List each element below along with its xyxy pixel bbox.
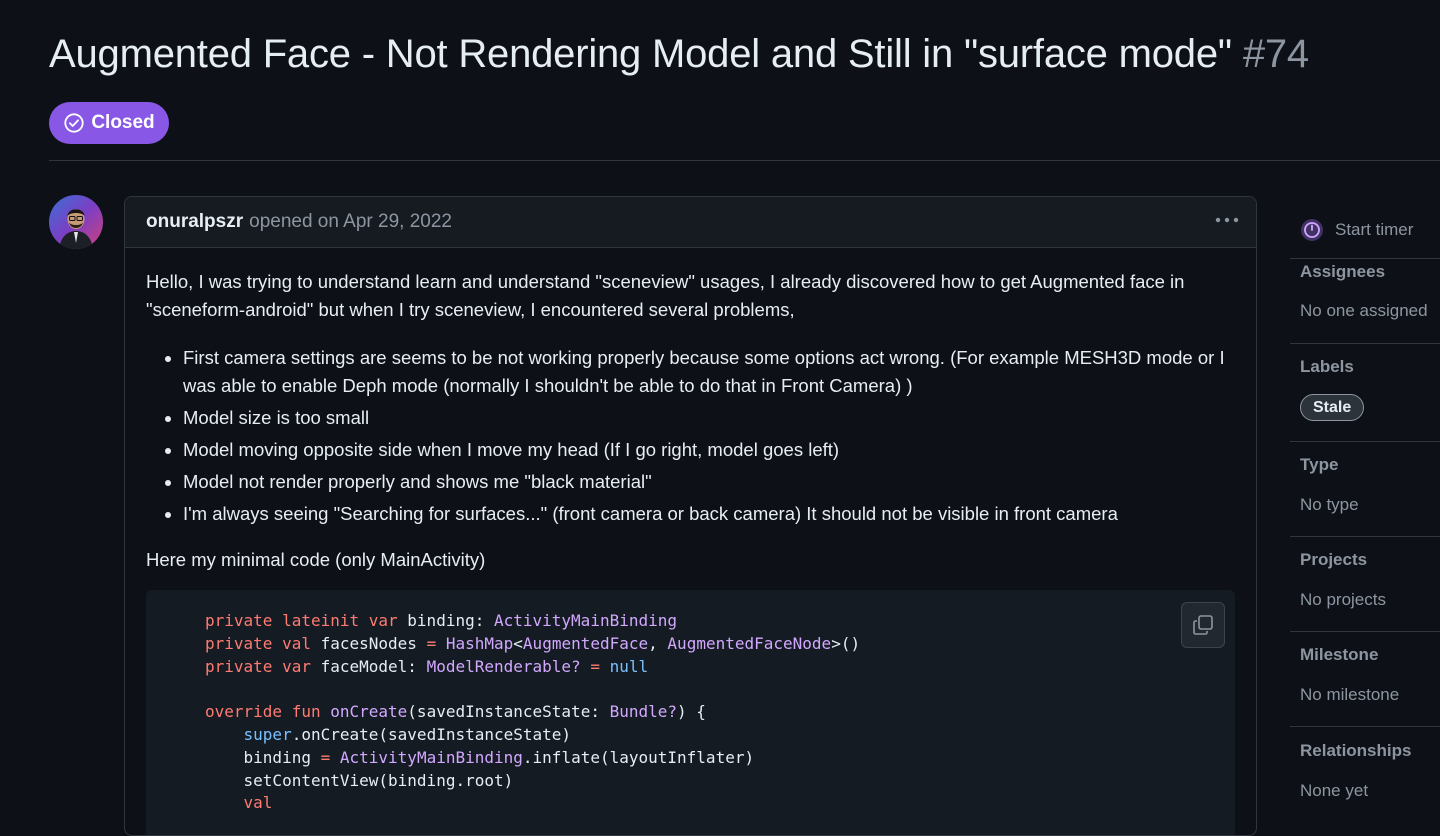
timer-icon [1301, 219, 1323, 241]
sidebar-type: Type No type [1300, 455, 1440, 514]
list-item: Model not render properly and shows me "… [183, 468, 1235, 496]
problem-list: First camera settings are seems to be no… [146, 344, 1235, 528]
sidebar-divider [1290, 258, 1440, 259]
issue-title: Augmented Face - Not Rendering Model and… [49, 32, 1309, 77]
sidebar-labels: Labels [1300, 357, 1440, 377]
milestone-heading[interactable]: Milestone [1300, 645, 1440, 665]
sidebar-divider [1290, 343, 1440, 344]
code-intro: Here my minimal code (only MainActivity) [146, 549, 486, 570]
list-item: Model moving opposite side when I move m… [183, 436, 1235, 464]
relationships-value: None yet [1300, 781, 1369, 800]
issue-comment: onuralpszr opened on Apr 29, 2022 Hello,… [124, 196, 1257, 836]
author-avatar[interactable] [49, 195, 103, 249]
labels-heading[interactable]: Labels [1300, 357, 1440, 377]
type-value: No type [1300, 495, 1359, 514]
comment-intro: Hello, I was trying to understand learn … [146, 271, 1185, 320]
sidebar-divider [1290, 631, 1440, 632]
projects-value: No projects [1300, 590, 1386, 609]
sidebar-relationships: Relationships None yet [1300, 741, 1440, 800]
code-content: private lateinit var binding: ActivityMa… [205, 611, 861, 813]
label-stale-text: Stale [1313, 398, 1352, 416]
sidebar-assignees: Assignees No one assigned [1300, 262, 1440, 320]
comment-header: onuralpszr opened on Apr 29, 2022 [125, 197, 1256, 248]
list-item: Model size is too small [183, 404, 1235, 432]
comment-author[interactable]: onuralpszr [146, 211, 243, 233]
sidebar-divider [1290, 536, 1440, 537]
list-item: First camera settings are seems to be no… [183, 344, 1235, 400]
issue-state-badge[interactable]: Closed [49, 102, 169, 144]
header-divider [49, 160, 1440, 161]
comment-opened-date: opened on Apr 29, 2022 [249, 211, 452, 232]
comment-menu-button[interactable] [1212, 205, 1242, 235]
avatar-image [49, 195, 103, 249]
sidebar-divider [1290, 726, 1440, 727]
issue-number: #74 [1242, 32, 1309, 76]
issue-title-text: Augmented Face - Not Rendering Model and… [49, 32, 1232, 76]
start-timer-button[interactable]: Start timer [1300, 218, 1413, 242]
comment-body: Hello, I was trying to understand learn … [125, 248, 1256, 835]
projects-heading[interactable]: Projects [1300, 550, 1440, 570]
relationships-heading[interactable]: Relationships [1300, 741, 1440, 761]
label-stale[interactable]: Stale [1300, 394, 1365, 421]
copy-code-button[interactable] [1181, 602, 1225, 648]
assignees-value: No one assigned [1300, 301, 1428, 320]
issue-state-label: Closed [91, 112, 155, 133]
sidebar-divider [1290, 441, 1440, 442]
check-circle-icon [64, 113, 84, 133]
assignees-heading[interactable]: Assignees [1300, 262, 1440, 282]
sidebar-milestone: Milestone No milestone [1300, 645, 1440, 704]
milestone-value: No milestone [1300, 685, 1400, 704]
list-item: I'm always seeing "Searching for surface… [183, 500, 1235, 528]
start-timer-label: Start timer [1335, 220, 1414, 239]
sidebar-projects: Projects No projects [1300, 550, 1440, 609]
kebab-horizontal-icon [1215, 217, 1239, 223]
code-block: private lateinit var binding: ActivityMa… [146, 590, 1235, 835]
type-heading[interactable]: Type [1300, 455, 1440, 475]
copy-icon [1193, 615, 1213, 635]
